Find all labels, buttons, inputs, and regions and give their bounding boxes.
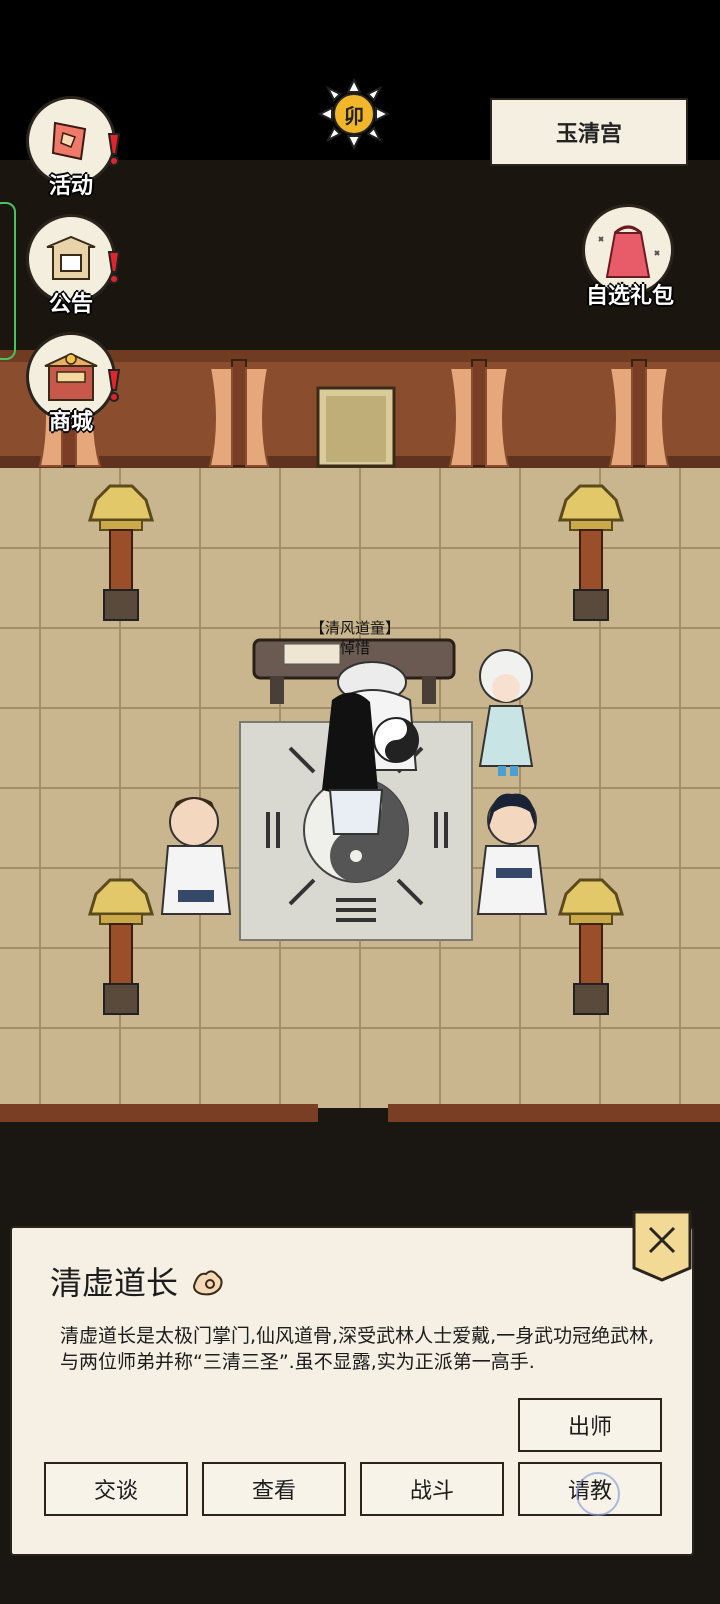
view-button[interactable]: 查看 xyxy=(202,1462,346,1516)
time-of-day-badge: 卯 xyxy=(317,77,391,151)
dialog-npc-name-text: 清虚道长 xyxy=(50,1264,179,1302)
menu-button-events[interactable]: 活动 xyxy=(26,96,122,206)
alert-icon xyxy=(107,251,121,284)
close-button[interactable] xyxy=(632,1210,692,1282)
menu-button-gift[interactable]: 自选礼包 xyxy=(576,204,684,309)
menu-label-gift: 自选礼包 xyxy=(585,284,674,309)
touch-indicator xyxy=(576,1472,620,1516)
dialog-description: 清虚道长是太极门掌门,仙风道骨,深受武林人士爱戴,一身武功冠绝武林,与两位师弟并… xyxy=(60,1325,655,1373)
graduate-button[interactable]: 出师 xyxy=(518,1398,662,1452)
npc-nameplate: 【清风道童】 悼惜 xyxy=(290,618,420,658)
menu-label-events: 活动 xyxy=(48,174,93,199)
side-drawer-tab[interactable] xyxy=(0,202,16,360)
location-label: 玉清宫 xyxy=(490,98,688,166)
menu-label-notice: 公告 xyxy=(48,292,93,317)
alert-icon xyxy=(107,369,121,402)
dialog-npc-name: 清虚道长 xyxy=(50,1258,226,1304)
fight-button[interactable]: 战斗 xyxy=(360,1462,504,1516)
menu-label-shop: 商城 xyxy=(48,410,93,435)
menu-button-shop[interactable]: 商城 xyxy=(26,332,122,442)
npc-name: 悼惜 xyxy=(339,639,370,657)
alert-icon xyxy=(107,133,121,166)
close-icon xyxy=(632,1210,692,1282)
time-badge-text: 卯 xyxy=(344,104,364,128)
talk-button[interactable]: 交谈 xyxy=(44,1462,188,1516)
npc-title: 【清风道童】 xyxy=(309,619,400,637)
menu-button-notice[interactable]: 公告 xyxy=(26,214,122,324)
hand-gesture-icon xyxy=(193,1270,223,1296)
